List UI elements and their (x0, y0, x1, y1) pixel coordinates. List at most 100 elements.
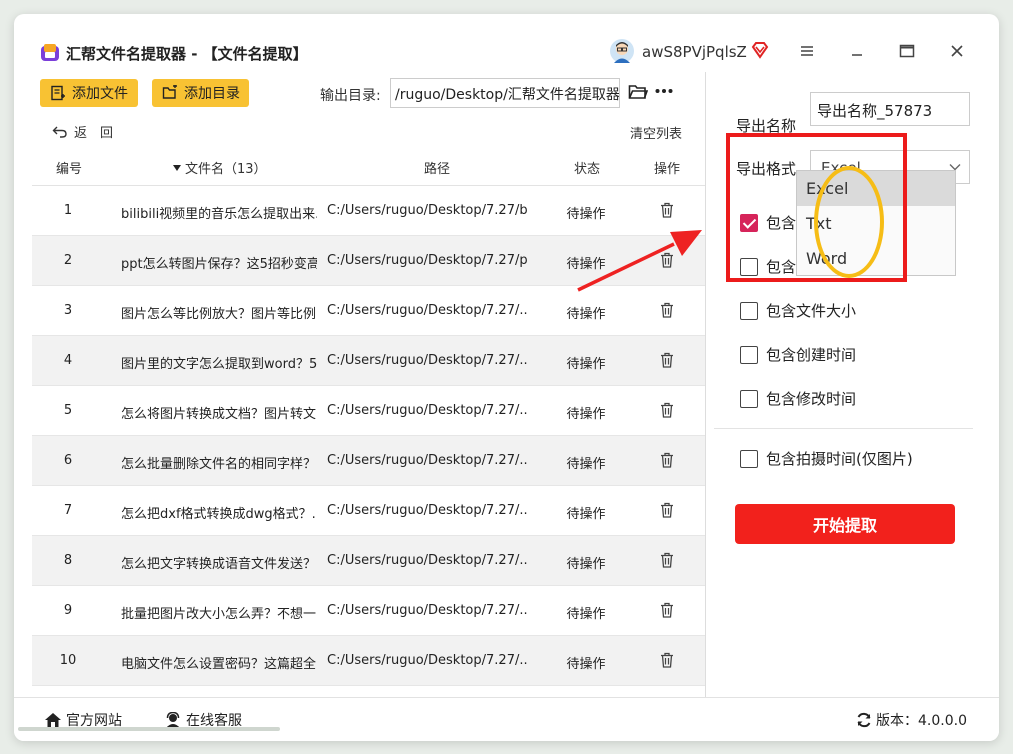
row-file-name: 怎么把文字转换成语音文件发送？... (121, 557, 317, 572)
row-file-name: 批量把图片改大小怎么弄？不想一... (121, 607, 317, 622)
delete-icon[interactable] (660, 552, 674, 568)
table-row[interactable]: 9 批量把图片改大小怎么弄？不想一... C:/Users/ruguo/Deskto… (32, 586, 705, 636)
row-number: 9 (63, 603, 73, 618)
panel-divider (714, 428, 973, 429)
maximize-icon[interactable] (898, 42, 916, 60)
delete-icon[interactable] (660, 602, 674, 618)
more-icon[interactable] (655, 88, 673, 94)
home-icon (45, 713, 61, 727)
row-status: 待操作 (566, 557, 606, 572)
include-size-option[interactable]: 包含文件大小 (740, 300, 856, 321)
row-file-name: bilibili视频里的音乐怎么提取出来... (121, 207, 317, 222)
row-file-name: 怎么把dxf格式转换成dwg格式？... (121, 507, 317, 522)
row-file-path: C:/Users/ruguo/Desktop/7.27/p... (327, 253, 527, 268)
header-action: 操作 (654, 162, 681, 177)
row-number: 4 (63, 353, 73, 368)
menu-icon[interactable] (798, 42, 816, 60)
row-file-path: C:/Users/ruguo/Desktop/7.27/... (327, 503, 527, 518)
output-dir-input[interactable]: /ruguo/Desktop/汇帮文件名提取器 (390, 78, 620, 108)
output-dir-label: 输出目录: (320, 88, 381, 104)
include-size-checkbox[interactable] (740, 301, 758, 320)
row-file-name: 怎么批量删除文件名的相同字样？... (121, 457, 317, 472)
vip-diamond-icon[interactable] (750, 40, 770, 60)
back-arrow-icon (52, 126, 67, 138)
folder-open-icon[interactable] (628, 83, 648, 101)
include-mtime-checkbox[interactable] (740, 389, 758, 408)
customer-service-icon (166, 712, 180, 728)
table-row[interactable]: 10 电脑文件怎么设置密码？这篇超全... C:/Users/ruguo/Deskt… (32, 636, 705, 686)
row-file-path: C:/Users/ruguo/Desktop/7.27/... (327, 453, 527, 468)
delete-icon[interactable] (660, 502, 674, 518)
table-header: 编号 文件名（13） 路径 状态 操作 (32, 144, 705, 186)
row-number: 8 (63, 553, 73, 568)
row-file-path: C:/Users/ruguo/Desktop/7.27/... (327, 303, 527, 318)
table-row[interactable]: 8 怎么把文字转换成语音文件发送？... C:/Users/ruguo/Deskto… (32, 536, 705, 586)
annotation-yellow-ellipse (814, 166, 884, 278)
add-file-button[interactable]: 添加文件 (40, 79, 138, 107)
app-window: 汇帮文件名提取器 - 【文件名提取】 awS8PVjPqlsZ 添加文件 添加目… (14, 14, 999, 741)
table-row[interactable]: 7 怎么把dxf格式转换成dwg格式？... C:/Users/ruguo/Desk… (32, 486, 705, 536)
row-file-path: C:/Users/ruguo/Desktop/7.27/... (327, 353, 527, 368)
add-file-icon (51, 85, 65, 101)
row-status: 待操作 (566, 357, 606, 372)
username: awS8PVjPqlsZ (642, 43, 747, 61)
row-file-path: C:/Users/ruguo/Desktop/7.27/... (327, 603, 527, 618)
delete-icon[interactable] (660, 352, 674, 368)
clear-list-button[interactable]: 清空列表 (630, 123, 682, 142)
minimize-icon[interactable] (848, 42, 866, 60)
include-mtime-label: 包含修改时间 (766, 390, 857, 408)
table-row[interactable]: 5 怎么将图片转换成文档？图片转文... C:/Users/ruguo/Deskto… (32, 386, 705, 436)
header-name-label: 文件名（13） (185, 162, 267, 177)
row-number: 1 (63, 203, 73, 218)
include-ctime-checkbox[interactable] (740, 345, 758, 364)
row-file-name: 电脑文件怎么设置密码？这篇超全... (121, 657, 317, 672)
row-file-name: 图片里的文字怎么提取到word？5... (121, 357, 317, 372)
include-size-label: 包含文件大小 (766, 302, 857, 320)
row-file-path: C:/Users/ruguo/Desktop/7.27/... (327, 403, 527, 418)
back-label: 返 回 (74, 126, 114, 141)
include-mtime-option[interactable]: 包含修改时间 (740, 388, 856, 409)
version-label: 版本：4.0.0.0 (876, 713, 967, 729)
row-number: 2 (63, 253, 73, 268)
header-name[interactable]: 文件名（13） (172, 158, 267, 177)
start-extract-button[interactable]: 开始提取 (735, 504, 955, 544)
table-row[interactable]: 6 怎么批量删除文件名的相同字样？... C:/Users/ruguo/Deskto… (32, 436, 705, 486)
row-file-name: 怎么将图片转换成文档？图片转文... (121, 407, 317, 422)
row-number: 5 (63, 403, 73, 418)
app-logo-icon (41, 44, 59, 61)
version-info[interactable]: 版本：4.0.0.0 (856, 710, 967, 730)
add-file-label: 添加文件 (72, 86, 128, 102)
add-folder-button[interactable]: 添加目录 (152, 79, 249, 107)
table-row[interactable]: 4 图片里的文字怎么提取到word？5... C:/Users/ruguo/Desk… (32, 336, 705, 386)
row-status: 待操作 (566, 507, 606, 522)
export-name-input[interactable]: 导出名称_57873 (810, 92, 970, 126)
row-file-path: C:/Users/ruguo/Desktop/7.27/b... (327, 203, 527, 218)
header-path: 路径 (424, 162, 451, 177)
include-ctime-option[interactable]: 包含创建时间 (740, 344, 856, 365)
delete-icon[interactable] (660, 302, 674, 318)
row-number: 3 (63, 303, 73, 318)
user-avatar-icon[interactable] (609, 38, 635, 64)
sort-down-icon (173, 164, 181, 171)
header-no: 编号 (56, 162, 83, 177)
include-shot-time-label: 包含拍摄时间(仅图片) (766, 450, 913, 468)
delete-icon[interactable] (660, 652, 674, 668)
delete-icon[interactable] (660, 402, 674, 418)
include-shot-time-option[interactable]: 包含拍摄时间(仅图片) (740, 448, 913, 469)
row-status: 待操作 (566, 657, 606, 672)
row-status: 待操作 (566, 307, 606, 322)
back-button[interactable]: 返 回 (52, 122, 113, 141)
footer: 官方网站 在线客服 版本：4.0.0.0 (14, 697, 999, 741)
delete-icon[interactable] (660, 202, 674, 218)
close-icon[interactable] (948, 42, 966, 60)
add-folder-icon (162, 85, 177, 99)
refresh-icon (857, 712, 871, 728)
row-number: 10 (59, 653, 77, 668)
row-status: 待操作 (566, 607, 606, 622)
include-ctime-label: 包含创建时间 (766, 346, 857, 364)
row-status: 待操作 (566, 207, 606, 222)
include-shot-time-checkbox[interactable] (740, 449, 758, 468)
horizontal-scrollbar[interactable] (18, 727, 280, 731)
row-file-path: C:/Users/ruguo/Desktop/7.27/... (327, 553, 527, 568)
delete-icon[interactable] (660, 452, 674, 468)
